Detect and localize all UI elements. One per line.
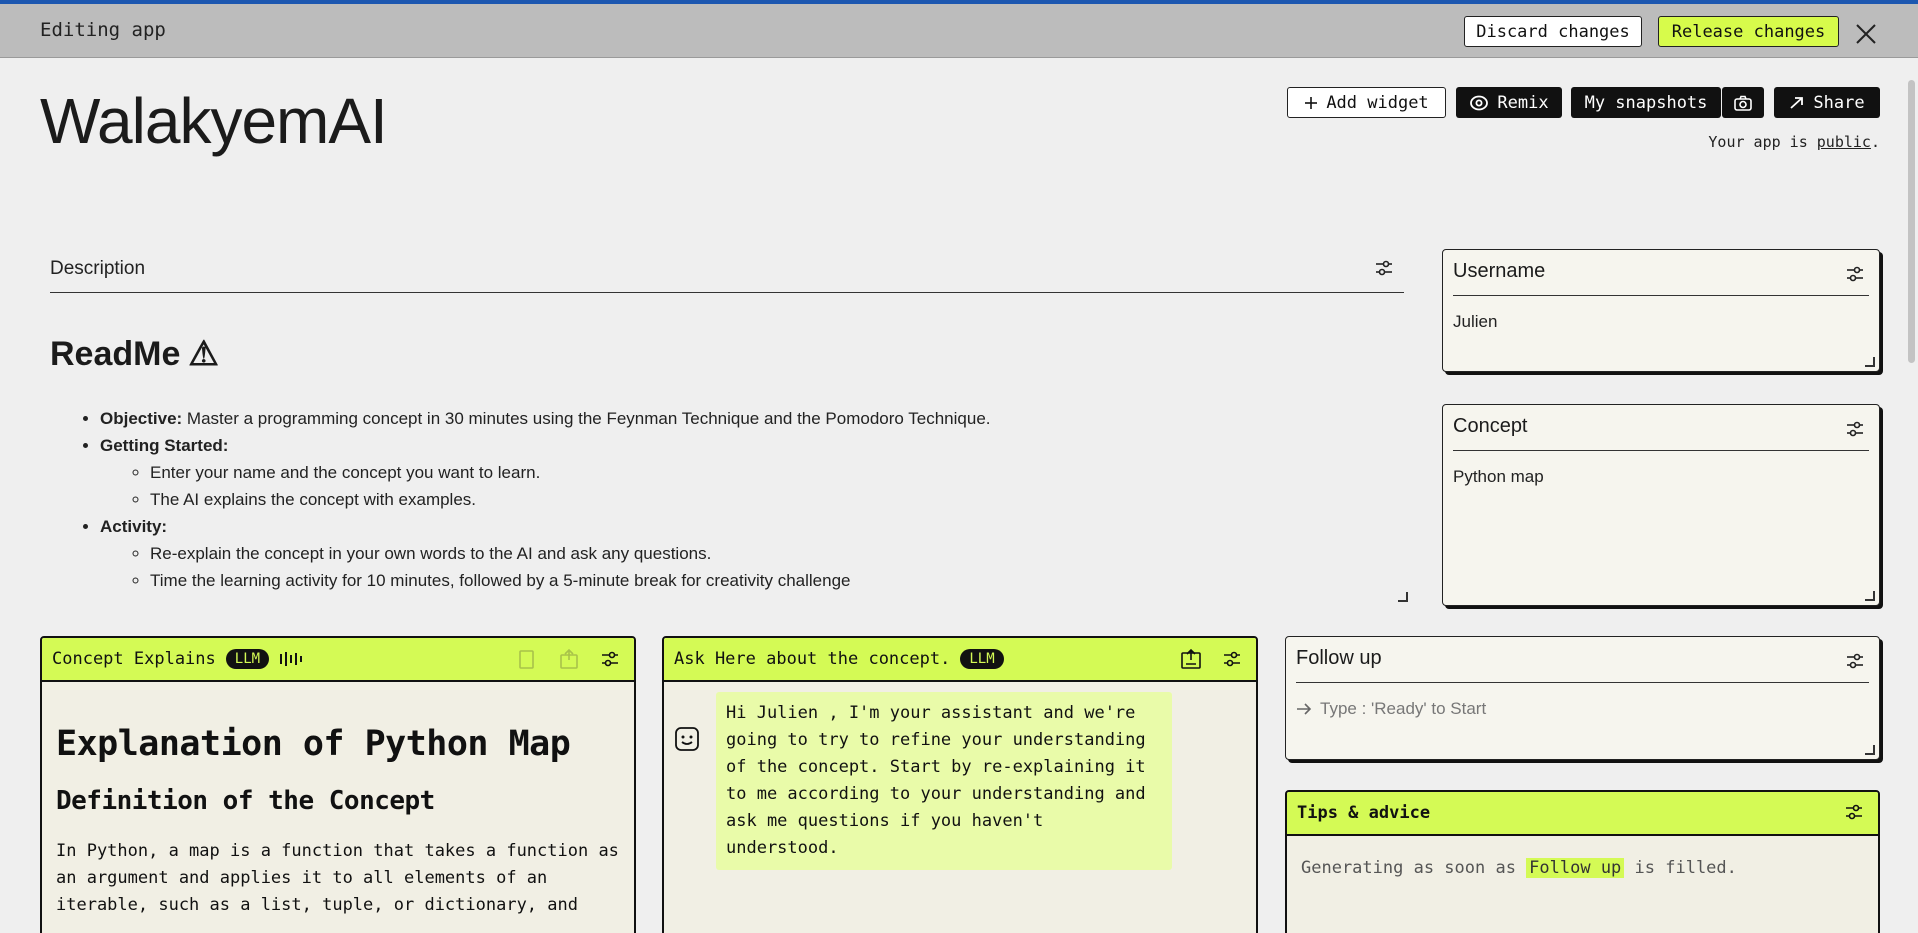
scrollbar-thumb[interactable] [1908, 80, 1915, 363]
snapshot-camera-button[interactable] [1722, 87, 1764, 118]
remix-icon [1470, 95, 1489, 110]
header-actions [1180, 648, 1242, 670]
resize-handle[interactable] [1865, 745, 1875, 755]
share-label: Share [1813, 92, 1865, 113]
header-actions [1844, 802, 1864, 822]
warning-icon: ⚠ [188, 335, 219, 373]
plus-icon [1305, 96, 1318, 109]
description-divider [50, 292, 1404, 293]
settings-sliders-icon[interactable] [1845, 419, 1865, 439]
edit-bar: Editing app Discard changes Release chan… [0, 0, 1918, 58]
resize-handle[interactable] [1398, 592, 1408, 602]
follow-up-placeholder: Type : 'Ready' to Start [1320, 699, 1487, 718]
description-title: Description [50, 258, 146, 279]
list-item: The AI explains the concept with example… [150, 486, 991, 513]
copy-icon[interactable] [516, 648, 538, 670]
page-scrollbar[interactable] [1906, 58, 1916, 933]
settings-sliders-icon[interactable] [600, 649, 620, 669]
username-input[interactable]: Julien [1453, 312, 1497, 332]
username-card: Username Julien [1442, 249, 1880, 372]
ask-concept-title: Ask Here about the concept. [674, 649, 951, 669]
my-snapshots-button[interactable]: My snapshots [1571, 87, 1721, 118]
llm-badge: LLM [960, 649, 1004, 669]
settings-sliders-icon[interactable] [1845, 651, 1865, 671]
divider [1453, 295, 1869, 296]
settings-sliders-icon[interactable] [1844, 802, 1864, 822]
divider [1453, 450, 1869, 451]
bot-face-icon [675, 727, 699, 751]
share-button[interactable]: Share [1774, 87, 1880, 118]
readme-heading: ReadMe ⚠ [50, 334, 219, 374]
add-widget-button[interactable]: Add widget [1287, 87, 1446, 118]
share-arrow-icon [1790, 96, 1804, 109]
app-title: WalakyemAI [40, 85, 388, 157]
export-icon[interactable] [1180, 648, 1202, 670]
settings-sliders-icon[interactable] [1374, 258, 1394, 278]
divider [1296, 682, 1869, 683]
follow-up-input[interactable]: Type : 'Ready' to Start [1296, 699, 1486, 719]
settings-sliders-icon[interactable] [1845, 264, 1865, 284]
concept-explains-output: Explanation of Python Map Definition of … [56, 698, 620, 919]
list-item: Activity: Re-explain the concept in your… [100, 513, 991, 594]
edit-bar-title: Editing app [40, 19, 166, 41]
follow-up-card: Follow up Type : 'Ready' to Start [1285, 636, 1880, 760]
waveform-icon [280, 652, 303, 666]
arrow-right-icon [1297, 703, 1312, 715]
public-status: Your app is public. [1708, 133, 1880, 151]
camera-icon [1734, 95, 1752, 111]
tips-advice-title: Tips & advice [1297, 803, 1431, 823]
close-icon[interactable] [1852, 20, 1880, 48]
public-link[interactable]: public [1817, 133, 1871, 151]
concept-explains-title: Concept Explains [52, 649, 216, 669]
list-item: Enter your name and the concept you want… [150, 459, 991, 486]
discard-changes-button[interactable]: Discard changes [1464, 16, 1642, 47]
list-item: Objective: Master a programming concept … [100, 405, 991, 432]
release-changes-button[interactable]: Release changes [1658, 16, 1839, 47]
username-title: Username [1453, 260, 1546, 282]
output-subheading: Definition of the Concept [56, 786, 435, 816]
output-paragraph: In Python, a map is a function that take… [56, 841, 619, 915]
follow-up-title: Follow up [1296, 647, 1382, 669]
remix-button[interactable]: Remix [1456, 87, 1562, 118]
ask-concept-header: Ask Here about the concept. LLM [664, 638, 1256, 682]
add-widget-label: Add widget [1326, 92, 1429, 113]
readme-list: Objective: Master a programming concept … [100, 405, 991, 594]
list-item: Time the learning activity for 10 minute… [150, 567, 991, 594]
output-heading: Explanation of Python Map [56, 724, 571, 764]
tips-advice-card: Tips & advice Generating as soon as Foll… [1285, 790, 1880, 933]
follow-up-highlight: Follow up [1526, 858, 1625, 878]
concept-card: Concept Python map [1442, 404, 1880, 606]
resize-handle[interactable] [1865, 591, 1875, 601]
concept-input[interactable]: Python map [1453, 467, 1544, 487]
ask-concept-card: Ask Here about the concept. LLM Hi Julie… [662, 636, 1258, 933]
tips-advice-header: Tips & advice [1287, 792, 1878, 836]
header-actions [516, 648, 620, 670]
concept-explains-card: Concept Explains LLM Explanation of Pyth… [40, 636, 636, 933]
concept-title: Concept [1453, 415, 1528, 437]
list-item: Getting Started: Enter your name and the… [100, 432, 991, 513]
tips-status: Generating as soon as Follow up is fille… [1301, 858, 1737, 878]
assistant-message: Hi Julien , I'm your assistant and we're… [716, 692, 1172, 870]
llm-badge: LLM [225, 649, 270, 669]
remix-label: Remix [1497, 92, 1549, 113]
export-icon[interactable] [558, 648, 580, 670]
list-item: Re-explain the concept in your own words… [150, 540, 991, 567]
settings-sliders-icon[interactable] [1222, 649, 1242, 669]
resize-handle[interactable] [1865, 357, 1875, 367]
